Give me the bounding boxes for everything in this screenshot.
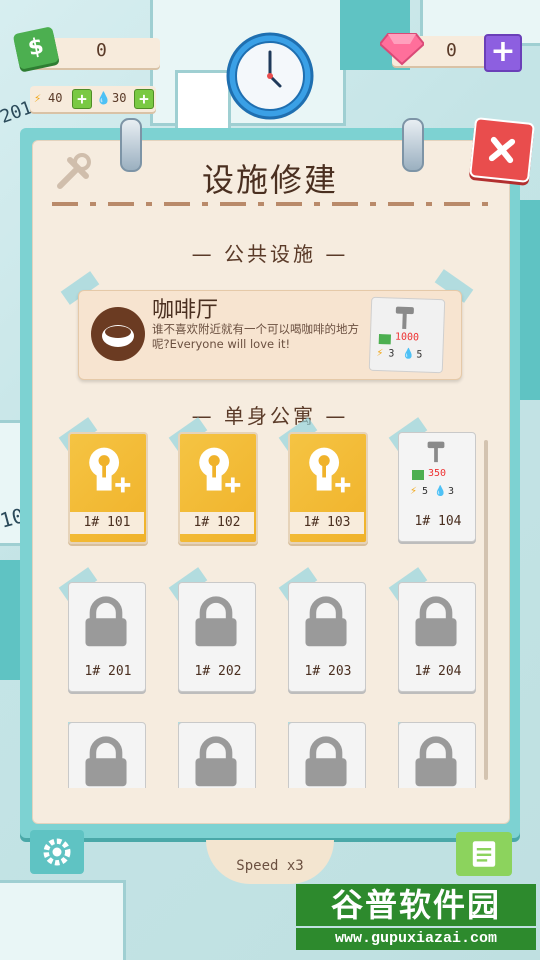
coffee-cup-icon bbox=[91, 307, 145, 361]
cafe-build-cost-card[interactable]: 1000 ⚡ 3 💧 5 bbox=[368, 296, 446, 374]
hammer-icon bbox=[427, 441, 445, 463]
room-card-12[interactable] bbox=[398, 722, 478, 788]
room-cost-energy: 5 bbox=[422, 486, 429, 497]
key-plus-icon bbox=[199, 447, 241, 493]
money-icon bbox=[378, 334, 392, 345]
room-card-8[interactable]: 1# 204 bbox=[388, 567, 478, 694]
lock-icon bbox=[305, 596, 347, 647]
gem-icon bbox=[380, 33, 424, 66]
energy-icon: ⚡ bbox=[34, 91, 42, 105]
resource-bar: ⚡ 40 + 💧 30 + bbox=[30, 86, 156, 112]
lock-icon bbox=[415, 596, 457, 647]
energy-icon: ⚡ bbox=[376, 347, 384, 360]
coin-value: 0 bbox=[96, 40, 107, 61]
energy-value: 40 bbox=[48, 91, 63, 105]
watermark-url: www.gupuxiazai.com bbox=[296, 928, 536, 950]
hammer-icon bbox=[395, 306, 414, 329]
water-icon: 💧 bbox=[96, 91, 111, 105]
gem-value: 0 bbox=[446, 40, 457, 61]
title-divider bbox=[52, 202, 488, 206]
room-card-5[interactable]: 1# 201 bbox=[58, 567, 148, 694]
room-card-11[interactable] bbox=[288, 722, 368, 788]
room-label: 1# 104 bbox=[414, 514, 462, 529]
room-card-6[interactable]: 1# 202 bbox=[168, 567, 258, 694]
room-label: 1# 102 bbox=[180, 512, 254, 534]
room-cost-water: 3 bbox=[448, 486, 455, 497]
lock-icon bbox=[305, 736, 347, 787]
key-plus-icon bbox=[309, 447, 351, 493]
settings-gear-button[interactable] bbox=[30, 830, 84, 874]
room-label: 1# 101 bbox=[70, 512, 144, 534]
gear-icon bbox=[43, 838, 71, 866]
key-plus-icon bbox=[89, 447, 131, 493]
panel-title: 设施修建 bbox=[201, 161, 338, 199]
cafe-description: 谁不喜欢附近就有一个可以喝咖啡的地方呢?Everyone will love i… bbox=[152, 322, 359, 351]
room-card-9[interactable] bbox=[68, 722, 148, 788]
add-energy-button[interactable]: + bbox=[72, 89, 92, 109]
add-water-button[interactable]: + bbox=[134, 89, 154, 109]
room-label: 1# 202 bbox=[194, 664, 242, 679]
room-label: 1# 203 bbox=[304, 664, 352, 679]
lock-icon bbox=[195, 596, 237, 647]
room-label: 1# 201 bbox=[84, 664, 132, 679]
lock-icon bbox=[195, 736, 237, 787]
room-label: 1# 103 bbox=[290, 512, 364, 534]
list-icon bbox=[472, 841, 496, 867]
room-label: 1# 204 bbox=[414, 664, 462, 679]
room-card-4[interactable]: 350 ⚡ 5 💧 3 1# 104 bbox=[388, 417, 478, 544]
room-card-2[interactable]: 1# 102 bbox=[168, 417, 258, 544]
room-card-1[interactable]: 1# 101 bbox=[58, 417, 148, 544]
water-icon: 💧 bbox=[402, 348, 415, 361]
cafe-cost-water: 5 bbox=[416, 349, 423, 361]
lock-icon bbox=[85, 736, 127, 787]
room-card-7[interactable]: 1# 203 bbox=[278, 567, 368, 694]
section-public: — 公共设施 — bbox=[191, 242, 349, 266]
watermark-title: 谷普软件园 bbox=[296, 884, 536, 926]
cafe-cost-money: 1000 bbox=[394, 331, 420, 344]
room-card-3[interactable]: 1# 103 bbox=[278, 417, 368, 544]
close-button[interactable] bbox=[469, 117, 535, 183]
cafe-cost-energy: 3 bbox=[388, 348, 395, 360]
room-cost-money: 350 bbox=[428, 468, 447, 479]
cafe-name: 咖啡厅 bbox=[152, 298, 219, 323]
scrollbar[interactable] bbox=[484, 440, 488, 780]
lock-icon bbox=[85, 596, 127, 647]
money-icon bbox=[412, 470, 424, 480]
water-value: 30 bbox=[112, 91, 127, 105]
task-list-button[interactable] bbox=[456, 832, 512, 876]
add-gem-button[interactable]: + bbox=[484, 34, 522, 72]
room-card-10[interactable] bbox=[178, 722, 258, 788]
energy-icon: ⚡ bbox=[410, 486, 418, 497]
water-icon: 💧 bbox=[434, 486, 447, 497]
build-cost-card: 350 ⚡ 5 💧 3 bbox=[404, 436, 468, 510]
lock-icon bbox=[415, 736, 457, 787]
clock-icon[interactable] bbox=[224, 30, 316, 122]
